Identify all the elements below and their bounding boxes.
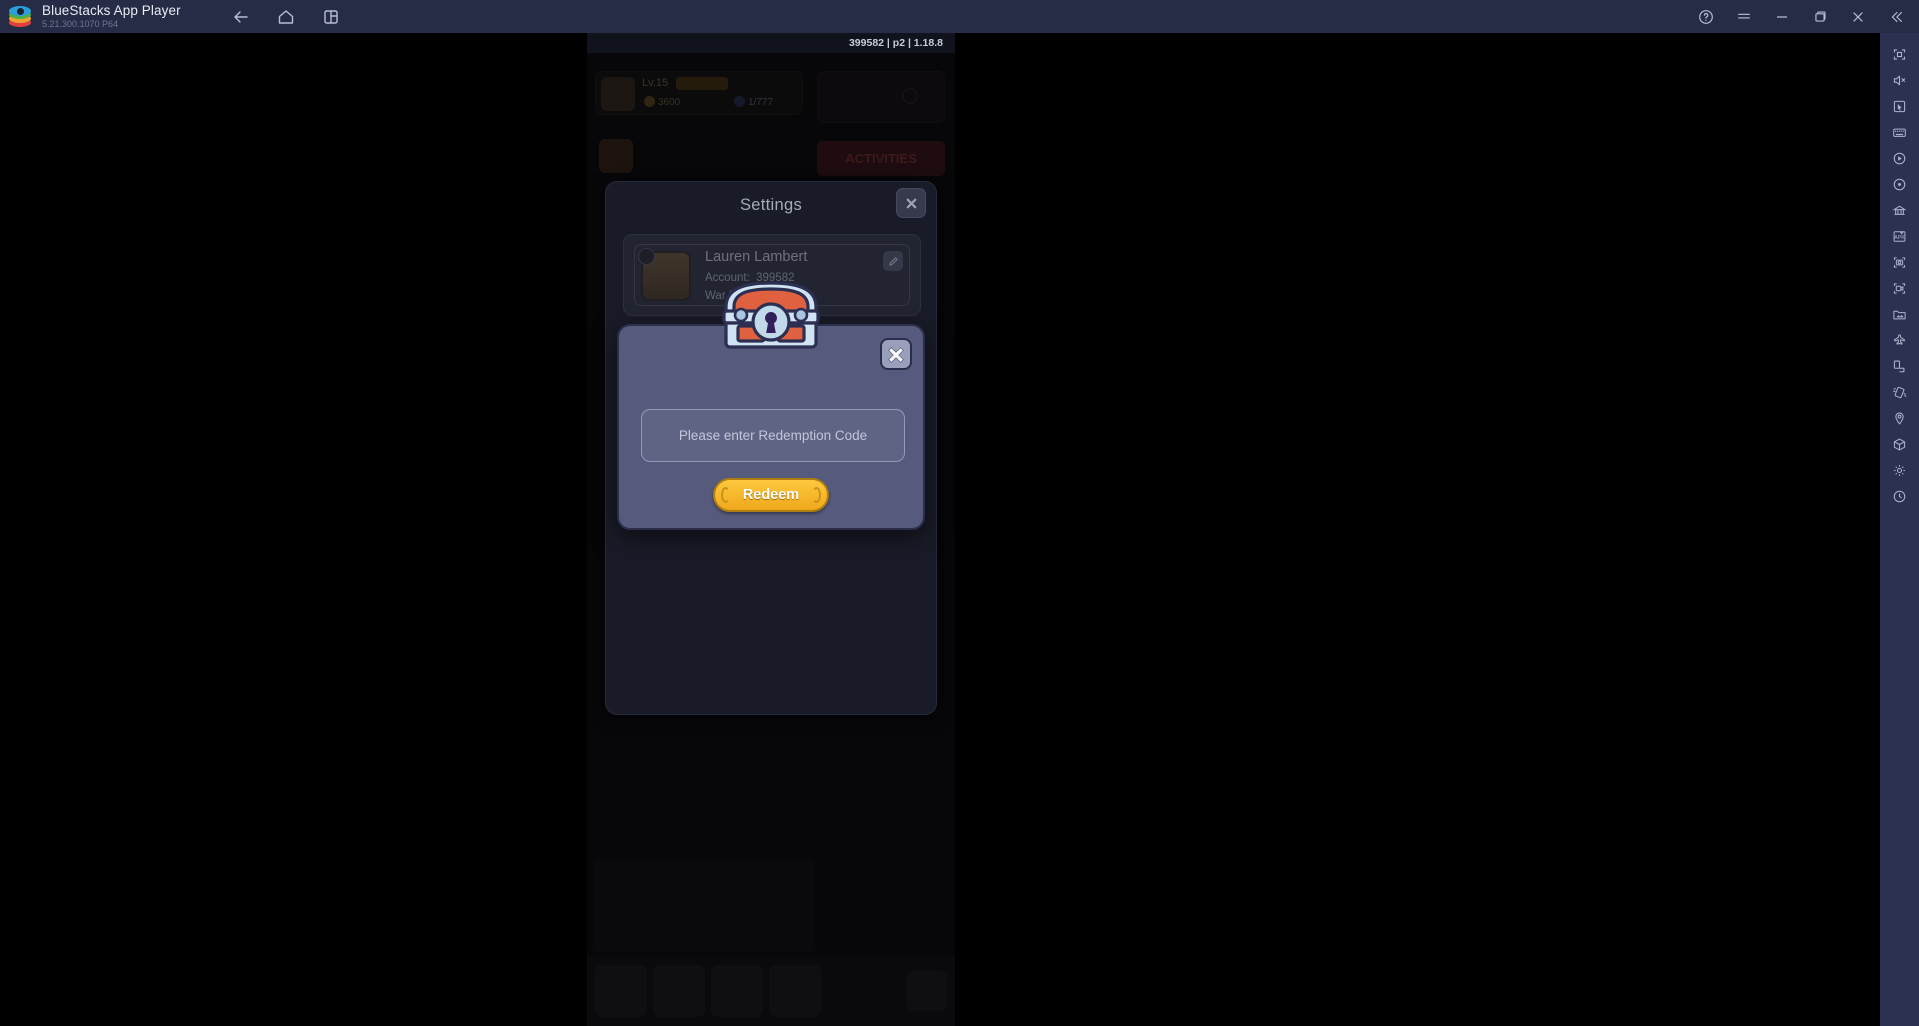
package-icon[interactable]: [1885, 431, 1915, 457]
bg-nav-item: [769, 965, 821, 1017]
macro-record-icon[interactable]: [1885, 145, 1915, 171]
redemption-code-dialog: Please enter Redemption Code Redeem: [617, 281, 925, 530]
back-button[interactable]: [229, 5, 253, 29]
cursor-icon[interactable]: [1885, 93, 1915, 119]
bg-resource-1: 3600: [644, 96, 680, 108]
redeem-button[interactable]: Redeem: [713, 478, 829, 512]
redeem-dialog-close-button[interactable]: [880, 338, 912, 370]
bg-nav-item: [595, 965, 647, 1017]
settings-title: Settings: [739, 195, 803, 214]
edit-profile-button[interactable]: [883, 251, 903, 271]
location-icon[interactable]: [1885, 405, 1915, 431]
history-icon[interactable]: [1885, 483, 1915, 509]
window-controls: [1687, 0, 1915, 33]
fullscreen-icon[interactable]: [1885, 41, 1915, 67]
title-bar: BlueStacks App Player 5.21.300.1070 P64: [0, 0, 1919, 33]
keyboard-controls-icon[interactable]: [1885, 119, 1915, 145]
multi-instance-button[interactable]: [319, 5, 343, 29]
bluestacks-window: BlueStacks App Player 5.21.300.1070 P64: [0, 0, 1919, 1026]
svg-text:APK: APK: [1894, 235, 1905, 241]
title-text-group: BlueStacks App Player 5.21.300.1070 P64: [42, 3, 181, 30]
close-icon: [888, 347, 904, 363]
install-apk-icon[interactable]: APK: [1885, 223, 1915, 249]
mute-icon[interactable]: [1885, 67, 1915, 93]
minimize-button[interactable]: [1763, 0, 1801, 33]
bg-avatar: [601, 77, 635, 111]
bg-name-chip: [676, 77, 728, 90]
maximize-button[interactable]: [1801, 0, 1839, 33]
multi-instance-sync-icon[interactable]: [1885, 197, 1915, 223]
treasure-chest-icon: [722, 281, 820, 349]
bg-player-card: Lv.15 3600 1/777: [595, 71, 803, 115]
bg-right-card: [817, 71, 945, 123]
collapse-sidebar-button[interactable]: [1877, 0, 1915, 33]
bg-nav-item: [653, 965, 705, 1017]
tools-sidebar: APK: [1880, 33, 1919, 1026]
redeem-button-right-accent: [812, 487, 821, 503]
bg-gear-icon: [902, 88, 918, 104]
player-name: Lauren Lambert: [705, 249, 808, 265]
script-icon[interactable]: [1885, 171, 1915, 197]
bg-level-label: Lv.15: [642, 77, 669, 89]
rotate-screen-icon[interactable]: [1885, 353, 1915, 379]
eco-mode-icon[interactable]: [1885, 327, 1915, 353]
avatar-frame-badge-icon: [638, 248, 655, 265]
redeem-button-left-accent: [721, 487, 730, 503]
bg-nav-menu-item: [907, 971, 947, 1011]
redemption-code-input[interactable]: Please enter Redemption Code: [641, 409, 905, 462]
shake-icon[interactable]: [1885, 379, 1915, 405]
close-button[interactable]: [1839, 0, 1877, 33]
bg-nav-item: [711, 965, 763, 1017]
redemption-code-placeholder: Please enter Redemption Code: [678, 428, 868, 443]
screenshot-icon[interactable]: [1885, 249, 1915, 275]
game-viewport[interactable]: 399582 | p2 | 1.18.8 Lv.15 3600 1/777 AC…: [587, 33, 955, 1026]
bg-resource-2: 1/777: [734, 96, 773, 108]
settings-gear-icon[interactable]: [1885, 457, 1915, 483]
bg-banner-label: ACTIVITIES: [845, 151, 917, 166]
app-title: BlueStacks App Player: [42, 3, 181, 18]
media-manager-icon[interactable]: [1885, 301, 1915, 327]
home-button[interactable]: [274, 5, 298, 29]
bg-bottom-panel: [593, 860, 815, 952]
settings-header: Settings: [606, 182, 936, 228]
bg-side-icon: [599, 139, 633, 173]
avatar: [638, 248, 691, 301]
redeem-button-label: Redeem: [742, 487, 800, 503]
settings-close-button[interactable]: [896, 188, 926, 218]
bluestacks-logo-icon: [9, 5, 31, 28]
bg-bottom-nav: [587, 956, 955, 1026]
screen-record-icon[interactable]: [1885, 275, 1915, 301]
menu-button[interactable]: [1725, 0, 1763, 33]
help-button[interactable]: [1687, 0, 1725, 33]
titlebar-nav-group: [229, 5, 343, 29]
bg-activity-banner: ACTIVITIES: [817, 141, 945, 176]
app-version: 5.21.300.1070 P64: [42, 19, 119, 29]
